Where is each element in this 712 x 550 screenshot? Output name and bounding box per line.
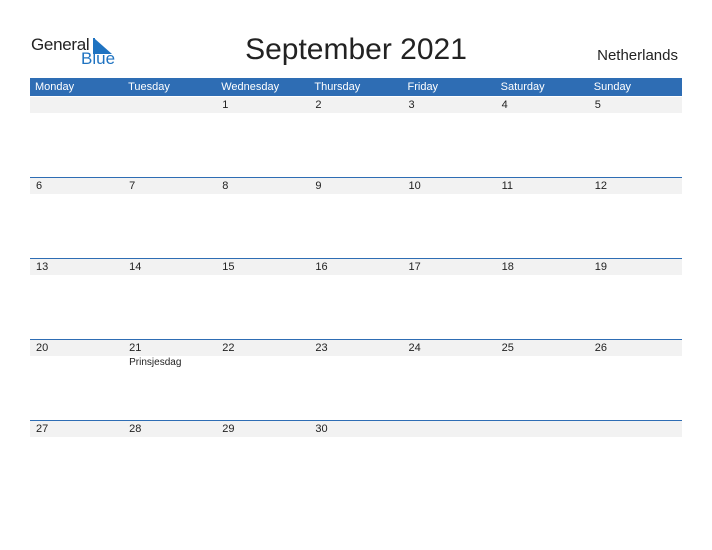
day-number: 14: [129, 261, 142, 273]
day-cell: 11: [496, 178, 589, 238]
day-cell: 18: [496, 259, 589, 319]
day-cell: 30: [309, 421, 402, 481]
week-row: 13 14 15 16 17 18 19: [30, 258, 682, 340]
day-number: 15: [222, 261, 235, 273]
day-number: 29: [222, 423, 235, 435]
day-number: [409, 421, 496, 437]
day-cell: 19: [589, 259, 682, 319]
day-number: 9: [315, 180, 322, 192]
week-cells: 6 7 8 9 10 11 12: [30, 178, 682, 238]
weekday-monday: Monday: [35, 81, 75, 93]
day-number: [36, 97, 123, 113]
day-number: 1: [222, 99, 229, 111]
day-cell: 21 Prinsjesdag: [123, 340, 216, 400]
day-number: 12: [594, 180, 607, 192]
day-cell: 12: [589, 178, 682, 238]
day-cell: 25: [496, 340, 589, 400]
day-cell: [123, 97, 216, 157]
day-number: 26: [594, 342, 607, 354]
day-cell: 10: [403, 178, 496, 238]
day-cell: 8: [216, 178, 309, 238]
day-number: 27: [36, 423, 49, 435]
weekday-sunday: Sunday: [593, 81, 632, 93]
day-number: 23: [315, 342, 328, 354]
day-number: 17: [408, 261, 421, 273]
day-number: 11: [501, 180, 514, 192]
day-number: 18: [501, 261, 514, 273]
day-number: 20: [36, 342, 49, 354]
day-number: [502, 421, 589, 437]
weekday-friday: Friday: [407, 81, 439, 93]
week-row: 6 7 8 9 10 11 12: [30, 177, 682, 259]
day-number: 5: [594, 99, 601, 111]
day-number: 6: [36, 180, 43, 192]
day-number: 24: [408, 342, 421, 354]
day-cell: 23: [309, 340, 402, 400]
day-cell: 29: [216, 421, 309, 481]
week-cells: 1 2 3 4 5: [30, 97, 682, 157]
day-number: 30: [315, 423, 328, 435]
day-cell: 4: [496, 97, 589, 157]
day-cell: 28: [123, 421, 216, 481]
day-cell: 3: [403, 97, 496, 157]
holiday-label: Prinsjesdag: [129, 357, 182, 368]
day-cell: 20: [30, 340, 123, 400]
week-row: 27 28 29 30: [30, 420, 682, 502]
day-cell: 5: [589, 97, 682, 157]
day-cell: [496, 421, 589, 481]
day-cell: 17: [403, 259, 496, 319]
weekday-saturday: Saturday: [500, 81, 545, 93]
day-cell: 7: [123, 178, 216, 238]
week-row: 20 21 Prinsjesdag 22 23 24 25 26: [30, 339, 682, 421]
day-number: [129, 97, 216, 113]
weekday-tuesday: Tuesday: [128, 81, 170, 93]
day-cell: [589, 421, 682, 481]
country-label: Netherlands: [597, 47, 678, 64]
day-cell: 13: [30, 259, 123, 319]
day-cell: 15: [216, 259, 309, 319]
day-cell: 27: [30, 421, 123, 481]
day-number: 13: [36, 261, 49, 273]
day-number: 16: [315, 261, 328, 273]
day-cell: 1: [216, 97, 309, 157]
day-cell: 2: [309, 97, 402, 157]
day-cell: 9: [309, 178, 402, 238]
week-cells: 27 28 29 30: [30, 421, 682, 481]
day-number: 21: [129, 342, 142, 354]
week-row: 1 2 3 4 5: [30, 97, 682, 178]
weekday-wednesday: Wednesday: [221, 81, 280, 93]
day-number: 19: [594, 261, 607, 273]
day-cell: [30, 97, 123, 157]
day-number: 7: [129, 180, 136, 192]
week-cells: 13 14 15 16 17 18 19: [30, 259, 682, 319]
day-number: 22: [222, 342, 235, 354]
week-cells: 20 21 Prinsjesdag 22 23 24 25 26: [30, 340, 682, 400]
day-cell: 6: [30, 178, 123, 238]
day-number: 28: [129, 423, 142, 435]
day-number: 25: [501, 342, 514, 354]
day-number: 2: [315, 99, 322, 111]
day-number: [595, 421, 682, 437]
day-cell: 26: [589, 340, 682, 400]
weekday-header: Monday Tuesday Wednesday Thursday Friday…: [30, 78, 682, 96]
day-number: 4: [501, 99, 508, 111]
day-number: 10: [408, 180, 421, 192]
day-cell: 24: [403, 340, 496, 400]
weekday-thursday: Thursday: [314, 81, 361, 93]
day-cell: 14: [123, 259, 216, 319]
day-cell: [403, 421, 496, 481]
day-number: 8: [222, 180, 229, 192]
day-cell: 22: [216, 340, 309, 400]
day-number: 3: [408, 99, 415, 111]
day-cell: 16: [309, 259, 402, 319]
